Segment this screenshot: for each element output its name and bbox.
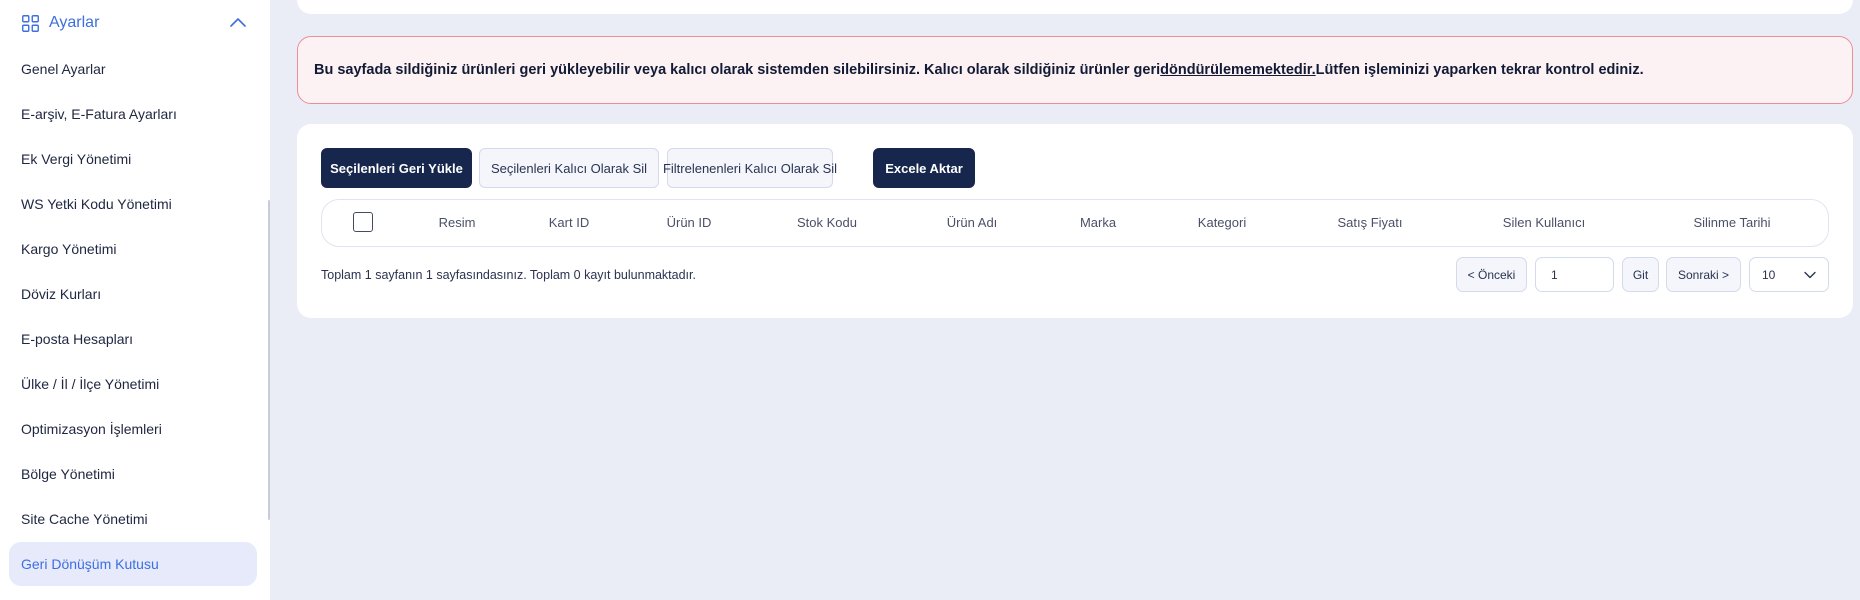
column-header[interactable]: Silen Kullanıcı [1503, 215, 1585, 230]
sidebar-item-label: Döviz Kurları [21, 286, 102, 302]
sidebar-item-eposta[interactable]: E-posta Hesapları [9, 317, 257, 361]
sidebar-item-optimizasyon[interactable]: Optimizasyon İşlemleri [9, 407, 257, 451]
column-header[interactable]: Resim [439, 215, 476, 230]
alert-text-underlined: döndürülememektedir. [1160, 62, 1316, 78]
sidebar-item-label: E-posta Hesapları [21, 331, 134, 347]
sidebar-item-ulke-il-ilce[interactable]: Ülke / İl / İlçe Yönetimi [9, 362, 257, 406]
column-header[interactable]: Kategori [1198, 215, 1246, 230]
export-excel-button[interactable]: Excele Aktar [873, 148, 975, 188]
sidebar-item-doviz[interactable]: Döviz Kurları [9, 272, 257, 316]
sidebar-item-label: Ek Vergi Yönetimi [21, 151, 132, 167]
select-all-checkbox[interactable] [353, 212, 373, 232]
sidebar-item-ek-vergi[interactable]: Ek Vergi Yönetimi [9, 137, 257, 181]
table-header: Resim Kart ID Ürün ID Stok Kodu Ürün Adı… [321, 199, 1829, 247]
column-header[interactable]: Kart ID [549, 215, 589, 230]
sidebar-section-ayarlar[interactable]: Ayarlar [22, 10, 246, 36]
sidebar-item-label: WS Yetki Kodu Yönetimi [21, 196, 172, 212]
pagination-summary: Toplam 1 sayfanın 1 sayfasındasınız. Top… [321, 268, 696, 282]
page-size-value: 10 [1762, 267, 1776, 282]
prev-page-button[interactable]: < Önceki [1456, 257, 1527, 292]
column-header[interactable]: Stok Kodu [797, 215, 857, 230]
sidebar: Ayarlar Genel Ayarlar E-arşiv, E-Fatura … [0, 0, 270, 600]
sidebar-item-label: Geri Dönüşüm Kutusu [21, 556, 159, 572]
sidebar-item-label: E-arşiv, E-Fatura Ayarları [21, 106, 177, 122]
sidebar-item-bolge[interactable]: Bölge Yönetimi [9, 452, 257, 496]
sidebar-item-label: Optimizasyon İşlemleri [21, 421, 162, 437]
column-header[interactable]: Ürün ID [667, 215, 712, 230]
chevron-up-icon[interactable] [230, 16, 246, 28]
restore-selected-button[interactable]: Seçilenleri Geri Yükle [321, 148, 472, 188]
column-header[interactable]: Silinme Tarihi [1693, 215, 1770, 230]
sidebar-item-label: Genel Ayarlar [21, 61, 106, 77]
sidebar-item-efatura[interactable]: E-arşiv, E-Fatura Ayarları [9, 92, 257, 136]
grid-icon [22, 14, 39, 32]
chevron-down-icon [1804, 271, 1816, 279]
go-button[interactable]: Git [1622, 257, 1659, 292]
sidebar-section-label: Ayarlar [49, 14, 100, 31]
sidebar-item-label: Bölge Yönetimi [21, 466, 115, 482]
top-card [297, 0, 1853, 14]
sidebar-item-label: Kargo Yönetimi [21, 241, 117, 257]
sidebar-item-ws-yetki[interactable]: WS Yetki Kodu Yönetimi [9, 182, 257, 226]
alert-text-after: Lütfen işleminizi yaparken tekrar kontro… [1315, 62, 1644, 78]
delete-selected-button[interactable]: Seçilenleri Kalıcı Olarak Sil [479, 148, 659, 188]
sidebar-scrollbar[interactable] [268, 200, 270, 520]
column-header[interactable]: Ürün Adı [947, 215, 998, 230]
warning-alert: Bu sayfada sildiğiniz ürünleri geri yükl… [297, 36, 1853, 104]
page-number-input[interactable] [1535, 257, 1614, 292]
sidebar-item-label: Site Cache Yönetimi [21, 511, 148, 527]
sidebar-item-kargo[interactable]: Kargo Yönetimi [9, 227, 257, 271]
sidebar-item-geri-donusum[interactable]: Geri Dönüşüm Kutusu [9, 542, 257, 586]
alert-text-before: Bu sayfada sildiğiniz ürünleri geri yükl… [314, 62, 1161, 78]
sidebar-item-label: Ülke / İl / İlçe Yönetimi [21, 376, 160, 392]
column-header[interactable]: Marka [1080, 215, 1116, 230]
column-header[interactable]: Satış Fiyatı [1337, 215, 1402, 230]
sidebar-item-genel-ayarlar[interactable]: Genel Ayarlar [9, 47, 257, 91]
delete-filtered-button[interactable]: Filtrelenenleri Kalıcı Olarak Sil [663, 148, 837, 188]
page-size-select[interactable]: 10 [1749, 257, 1829, 292]
sidebar-item-site-cache[interactable]: Site Cache Yönetimi [9, 497, 257, 541]
next-page-button[interactable]: Sonraki > [1666, 257, 1741, 292]
